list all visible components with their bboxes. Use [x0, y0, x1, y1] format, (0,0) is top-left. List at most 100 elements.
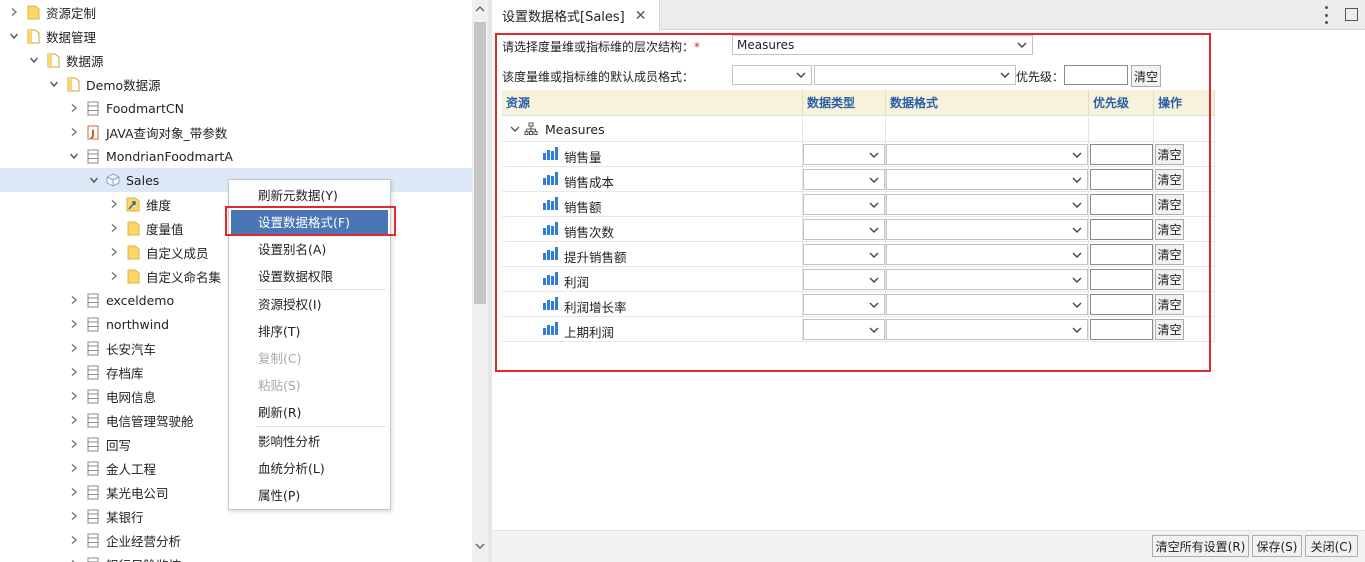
tree-item-label: 自定义命名集	[146, 269, 222, 285]
chevron-down-icon[interactable]	[88, 174, 100, 186]
tree-item[interactable]: J JAVA查询对象_带参数	[0, 120, 472, 144]
tab-title: 设置数据格式[Sales]	[502, 10, 625, 25]
chevron-right-icon[interactable]	[68, 438, 80, 450]
tree-item-label: 电信管理驾驶舱	[106, 413, 194, 429]
java-icon: J	[86, 124, 100, 140]
chevron-right-icon[interactable]	[68, 390, 80, 402]
chevron-right-icon[interactable]	[68, 318, 80, 330]
chevron-down-icon[interactable]	[48, 78, 60, 90]
tree-item[interactable]: 数据源	[0, 48, 472, 72]
more-icon[interactable]	[1320, 6, 1332, 24]
tree-item-label: 自定义成员	[146, 245, 209, 261]
chevron-right-icon[interactable]	[68, 126, 80, 138]
tab-bar: 设置数据格式[Sales] ✕	[492, 0, 1365, 31]
tree-item-label: Demo数据源	[86, 77, 161, 93]
menu-separator	[256, 426, 386, 427]
chevron-right-icon[interactable]	[8, 6, 20, 18]
chevron-right-icon[interactable]	[68, 102, 80, 114]
tree-item-label: FoodmartCN	[106, 100, 184, 116]
maximize-icon[interactable]	[1345, 8, 1358, 21]
tree-item-label: 度量值	[146, 221, 184, 237]
database-icon	[86, 460, 100, 476]
tree-item-label: 回写	[106, 437, 132, 453]
database-icon	[86, 436, 100, 452]
database-icon	[86, 340, 100, 356]
folder-doc-icon	[66, 76, 80, 92]
tree-item[interactable]: 资源定制	[0, 0, 472, 24]
database-icon	[86, 508, 100, 524]
tree-item[interactable]: FoodmartCN	[0, 96, 472, 120]
footer-bar: 清空所有设置(R) 保存(S) 关闭(C)	[492, 530, 1365, 562]
menu-item[interactable]: 设置别名(A)	[231, 237, 388, 263]
tree-item[interactable]: 数据管理	[0, 24, 472, 48]
scroll-down-icon[interactable]	[474, 539, 486, 553]
folder-doc-icon	[26, 28, 40, 44]
chevron-right-icon[interactable]	[108, 222, 120, 234]
menu-item[interactable]: 血统分析(L)	[231, 456, 388, 482]
menu-item: 粘贴(S)	[258, 378, 301, 393]
chevron-right-icon[interactable]	[108, 246, 120, 258]
chevron-down-icon[interactable]	[68, 150, 80, 162]
chevron-down-icon[interactable]	[8, 30, 20, 42]
chevron-right-icon[interactable]	[68, 342, 80, 354]
menu-item[interactable]: 影响性分析	[231, 429, 388, 455]
tree-item-label: 某银行	[106, 509, 144, 525]
menu-item[interactable]: 资源授权(I)	[231, 292, 388, 318]
tree-item-label: JAVA查询对象_带参数	[106, 125, 228, 141]
database-icon	[86, 316, 100, 332]
folder-icon	[26, 4, 40, 20]
folder-doc-icon	[46, 52, 60, 68]
tree-scrollbar[interactable]	[472, 0, 488, 562]
dimension-folder-icon	[126, 196, 140, 212]
tree-item-label: exceldemo	[106, 292, 175, 308]
scrollbar-thumb[interactable]	[474, 22, 486, 304]
chevron-down-icon[interactable]	[28, 54, 40, 66]
folder-icon	[126, 220, 140, 236]
close-button[interactable]: 关闭(C)	[1305, 535, 1358, 557]
menu-item[interactable]: 设置数据权限	[231, 264, 388, 290]
tree-item-label: 企业经营分析	[106, 533, 182, 549]
format-settings-panel: 设置数据格式[Sales] ✕ 请选择度量维或指标维的层次结构：* Measur…	[492, 0, 1365, 562]
database-icon	[86, 556, 100, 562]
database-icon	[86, 148, 100, 164]
grid-highlight-frame	[495, 33, 1211, 372]
folder-icon	[126, 244, 140, 260]
tree-item[interactable]: MondrianFoodmartA	[0, 144, 472, 168]
database-icon	[86, 388, 100, 404]
chevron-right-icon[interactable]	[68, 462, 80, 474]
scroll-up-icon[interactable]	[474, 2, 486, 16]
tree-item[interactable]: 企业经营分析	[0, 528, 472, 552]
database-icon	[86, 484, 100, 500]
tree-item-label: 数据源	[66, 53, 104, 69]
menu-highlight-frame	[225, 206, 396, 236]
chevron-right-icon[interactable]	[68, 510, 80, 522]
chevron-right-icon[interactable]	[68, 534, 80, 546]
chevron-right-icon[interactable]	[68, 366, 80, 378]
tree-item[interactable]: Demo数据源	[0, 72, 472, 96]
chevron-right-icon[interactable]	[108, 198, 120, 210]
cube-icon	[106, 172, 120, 188]
save-button[interactable]: 保存(S)	[1252, 535, 1302, 557]
folder-icon	[126, 268, 140, 284]
svg-text:J: J	[90, 128, 95, 139]
menu-item[interactable]: 刷新(R)	[231, 400, 388, 426]
tree-item-label: 数据管理	[46, 29, 97, 45]
database-icon	[86, 532, 100, 548]
close-icon[interactable]: ✕	[635, 8, 647, 24]
tree-item-label: 长安汽车	[106, 341, 157, 357]
menu-item[interactable]: 排序(T)	[231, 319, 388, 345]
chevron-right-icon[interactable]	[68, 414, 80, 426]
chevron-right-icon[interactable]	[68, 558, 80, 562]
tab-format-settings[interactable]: 设置数据格式[Sales] ✕	[492, 0, 660, 31]
tree-item-label: 存档库	[106, 365, 144, 381]
chevron-right-icon[interactable]	[68, 294, 80, 306]
tree-item-label: 维度	[146, 197, 172, 213]
menu-separator	[256, 289, 386, 290]
database-icon	[86, 100, 100, 116]
chevron-right-icon[interactable]	[108, 270, 120, 282]
tree-item[interactable]: 银行风险监控	[0, 552, 472, 562]
tree-item-label: Sales	[126, 172, 160, 188]
menu-item[interactable]: 属性(P)	[231, 483, 388, 509]
chevron-right-icon[interactable]	[68, 486, 80, 498]
clear-all-button[interactable]: 清空所有设置(R)	[1152, 535, 1249, 557]
